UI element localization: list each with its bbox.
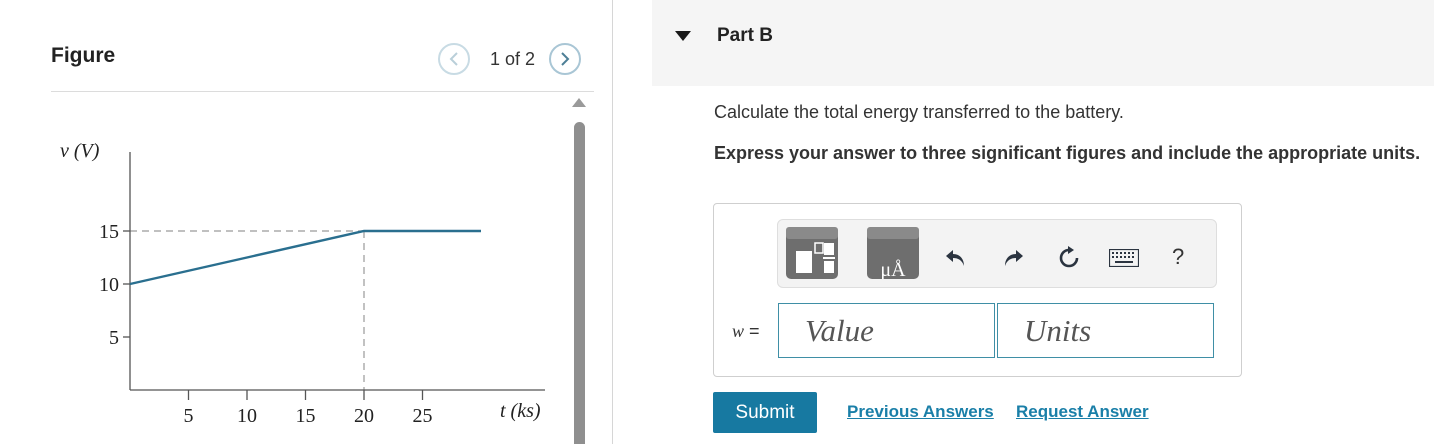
figure-divider — [51, 91, 594, 92]
y-tick-label: 15 — [99, 221, 119, 243]
x-tick-label: 10 — [237, 405, 257, 427]
previous-answers-link[interactable]: Previous Answers — [847, 402, 994, 422]
previous-figure-button[interactable] — [438, 43, 470, 75]
units-button[interactable]: μÅ — [867, 227, 919, 281]
submit-button[interactable]: Submit — [713, 392, 817, 433]
x-tick-label: 15 — [296, 405, 316, 427]
svg-text:μÅ: μÅ — [880, 259, 906, 279]
chevron-right-icon — [561, 52, 570, 66]
value-input[interactable] — [779, 304, 994, 357]
reset-icon — [1059, 246, 1079, 268]
undo-button[interactable] — [944, 246, 968, 270]
y-axis-label: v (V) — [60, 140, 100, 162]
chevron-left-icon — [449, 52, 458, 66]
units-icon: μÅ — [867, 227, 919, 281]
x-axis-label: t (ks) — [500, 400, 541, 422]
variable-label: w = — [732, 321, 760, 342]
request-answer-link[interactable]: Request Answer — [1016, 402, 1149, 422]
redo-icon — [1005, 250, 1023, 266]
units-input[interactable] — [998, 304, 1213, 357]
value-field[interactable] — [778, 303, 995, 358]
figure-title: Figure — [51, 44, 116, 67]
instruction-text: Express your answer to three significant… — [714, 143, 1421, 163]
help-button[interactable]: ? — [1172, 244, 1184, 270]
next-figure-button[interactable] — [549, 43, 582, 75]
y-tick-label: 5 — [109, 327, 119, 349]
part-title: Part B — [717, 25, 773, 46]
x-tick-label: 20 — [354, 405, 374, 427]
figure-panel: Figure 1 of 2 5 10 15 5 10 15 20 25 v (V) t (ks… — [0, 0, 612, 444]
equals-sign: = — [749, 321, 760, 341]
question-text: Calculate the total energy transferred t… — [714, 102, 1124, 122]
y-tick-label: 10 — [99, 274, 119, 296]
pager-count: 1 of 2 — [490, 48, 536, 69]
templates-icon — [786, 227, 838, 273]
x-tick-label: 5 — [184, 405, 194, 427]
panel-divider — [612, 0, 613, 444]
voltage-time-chart: 5 10 15 5 10 15 20 25 v (V) t (ks) — [60, 140, 545, 427]
scroll-up-arrow[interactable] — [572, 98, 586, 107]
units-field[interactable] — [997, 303, 1214, 358]
x-tick-label: 25 — [413, 405, 433, 427]
figure-pager: 1 of 2 — [438, 43, 582, 75]
redo-button[interactable] — [1001, 246, 1025, 270]
keyboard-icon — [1109, 249, 1139, 267]
variable-name: w — [732, 321, 745, 341]
voltage-series-line — [129, 229, 481, 286]
collapse-caret-icon[interactable] — [675, 31, 691, 41]
undo-icon — [946, 250, 964, 266]
templates-button[interactable] — [786, 227, 838, 279]
scrollbar-thumb[interactable] — [574, 122, 585, 444]
keyboard-button[interactable] — [1109, 246, 1139, 270]
math-toolbar — [777, 219, 1217, 288]
reset-button[interactable] — [1056, 246, 1082, 270]
